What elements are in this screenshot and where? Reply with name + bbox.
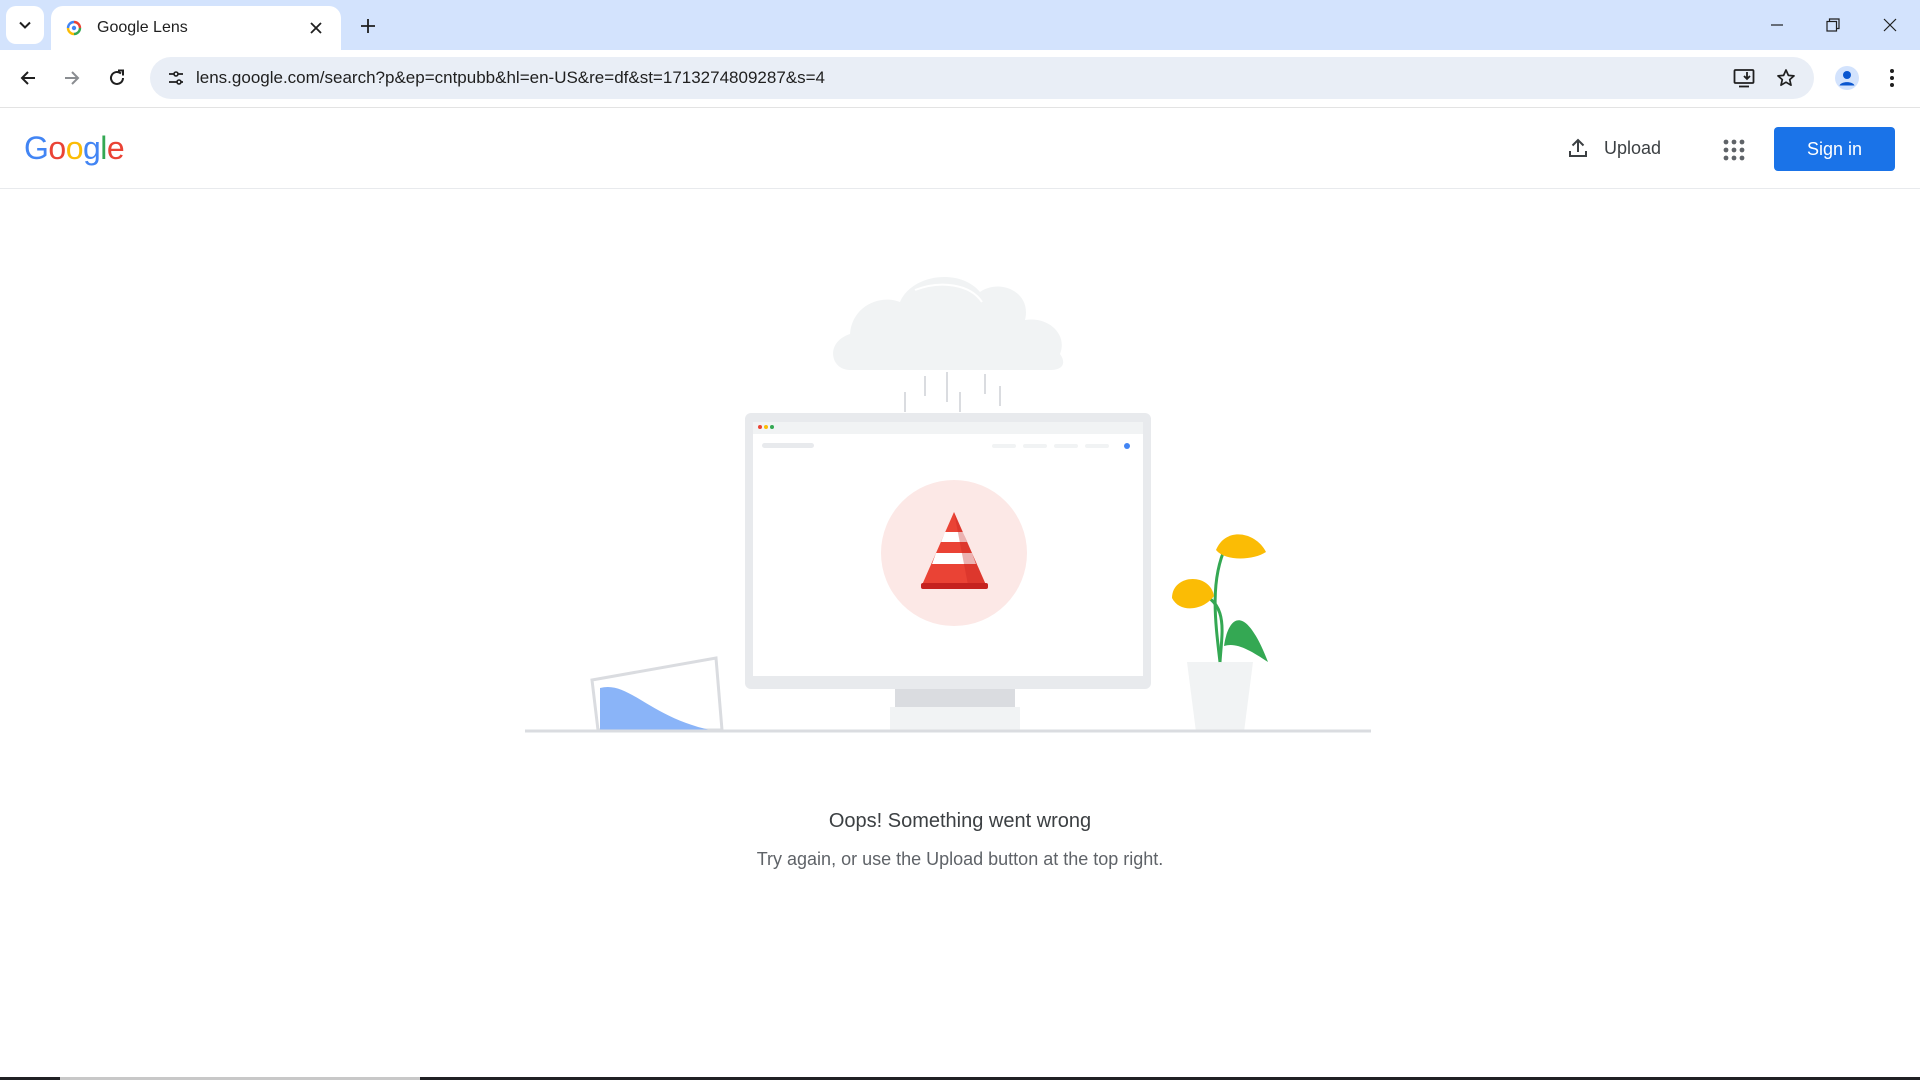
google-lens-icon bbox=[65, 19, 83, 37]
url-text[interactable]: lens.google.com/search?p&ep=cntpubb&hl=e… bbox=[196, 68, 825, 88]
logo-letter: l bbox=[100, 130, 107, 166]
close-window-icon bbox=[1883, 18, 1897, 32]
plant-illustration bbox=[1172, 534, 1268, 732]
upload-label: Upload bbox=[1604, 137, 1662, 158]
error-illustration bbox=[520, 250, 1380, 740]
back-button[interactable] bbox=[10, 60, 46, 96]
logo-letter: o bbox=[65, 130, 84, 166]
logo-letter: o bbox=[48, 130, 66, 166]
sign-in-button[interactable]: Sign in bbox=[1774, 127, 1895, 171]
restore-button[interactable] bbox=[1805, 0, 1861, 50]
logo-letter: G bbox=[24, 130, 49, 166]
rain-lines bbox=[904, 372, 1001, 412]
restore-icon bbox=[1826, 18, 1840, 32]
close-window-button[interactable] bbox=[1862, 0, 1918, 50]
kebab-menu-icon bbox=[1890, 69, 1894, 87]
reload-icon bbox=[110, 69, 124, 85]
arrow-left-icon bbox=[20, 71, 35, 85]
tune-icon bbox=[169, 71, 183, 85]
logo-letter: g bbox=[82, 130, 101, 166]
error-message: Try again, or use the Upload button at t… bbox=[756, 849, 1164, 869]
tab-title: Google Lens bbox=[97, 19, 188, 36]
profile-button[interactable] bbox=[1829, 60, 1865, 96]
browser-toolbar: lens.google.com/search?p&ep=cntpubb&hl=e… bbox=[0, 50, 1920, 108]
apps-grid-icon bbox=[1723, 139, 1745, 161]
apps-button[interactable] bbox=[1714, 130, 1754, 170]
plus-icon bbox=[361, 19, 375, 33]
new-tab-button[interactable] bbox=[352, 10, 384, 42]
star-icon bbox=[1777, 69, 1795, 87]
reload-button[interactable] bbox=[99, 60, 135, 96]
person-icon bbox=[1835, 66, 1859, 90]
page-header: Google Upload Sign in bbox=[0, 108, 1920, 189]
tab-google-lens[interactable]: Google Lens bbox=[51, 6, 341, 50]
minimize-button[interactable] bbox=[1749, 0, 1805, 50]
cloud-illustration bbox=[833, 277, 1064, 370]
tab-search-button[interactable] bbox=[6, 6, 44, 44]
minimize-icon bbox=[1771, 24, 1783, 26]
error-title: Oops! Something went wrong bbox=[828, 810, 1092, 832]
tab-strip: Google Lens bbox=[0, 0, 1920, 50]
bookmark-button[interactable] bbox=[1770, 62, 1802, 94]
browser-menu-button[interactable] bbox=[1876, 60, 1908, 96]
chevron-down-icon bbox=[19, 21, 31, 29]
logo-letter: e bbox=[106, 130, 125, 166]
forward-button[interactable] bbox=[54, 60, 90, 96]
install-app-icon bbox=[1733, 69, 1755, 88]
upload-button[interactable]: Upload bbox=[1548, 126, 1677, 170]
upload-icon bbox=[1564, 134, 1592, 162]
address-bar[interactable]: lens.google.com/search?p&ep=cntpubb&hl=e… bbox=[150, 57, 1814, 99]
install-app-button[interactable] bbox=[1728, 62, 1760, 94]
google-logo[interactable]: Google bbox=[24, 130, 125, 167]
monitor-illustration bbox=[745, 413, 1151, 731]
close-icon[interactable] bbox=[305, 17, 327, 39]
site-info-button[interactable] bbox=[160, 62, 192, 94]
arrow-right-icon bbox=[65, 71, 80, 85]
